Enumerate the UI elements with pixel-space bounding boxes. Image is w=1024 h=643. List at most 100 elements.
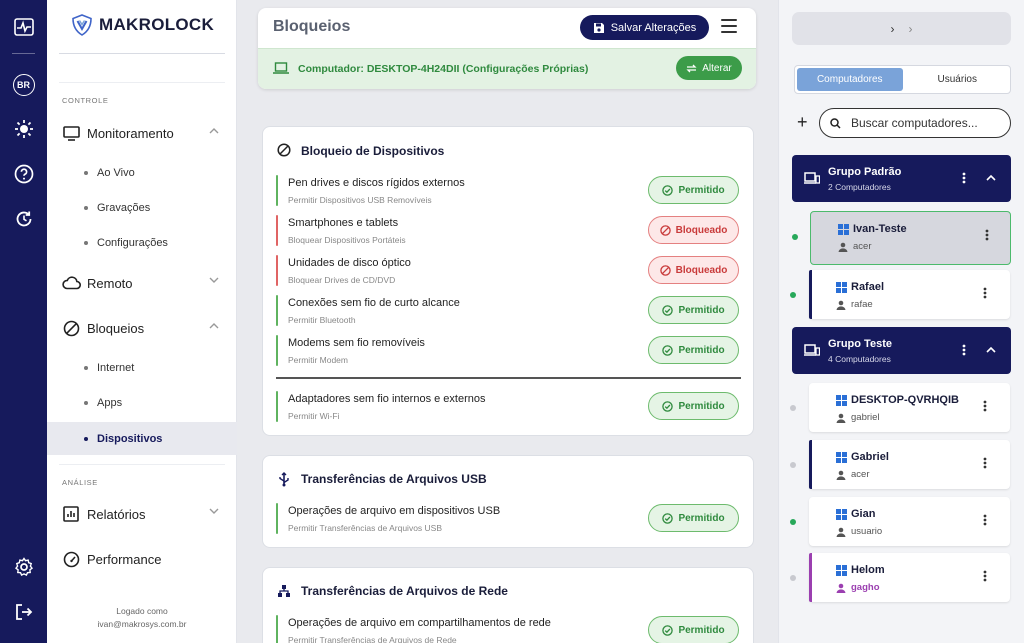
more-vertical-icon[interactable] <box>962 344 966 356</box>
settings-icon[interactable] <box>11 554 36 579</box>
bullet-icon <box>84 171 88 175</box>
logout-icon[interactable] <box>11 599 36 624</box>
nav-sub-configuracoes[interactable]: Configurações <box>47 228 237 258</box>
more-vertical-icon[interactable] <box>962 172 966 184</box>
tab-computadores[interactable]: Computadores <box>797 68 903 91</box>
header-card: Bloqueios Salvar Alterações Computador: … <box>258 8 756 89</box>
computer-item[interactable]: Ivan-Teste acer <box>792 211 1011 265</box>
computer-user: acer <box>853 241 872 252</box>
shield-logo-icon <box>72 14 92 36</box>
more-vertical-icon[interactable] <box>983 514 987 526</box>
group-count: 4 Computadores <box>828 354 891 364</box>
swap-icon <box>686 64 697 72</box>
rule-title: Unidades de disco óptico <box>288 257 411 269</box>
block-icon <box>277 143 291 157</box>
chevron-down-icon <box>209 508 219 514</box>
more-vertical-icon[interactable] <box>985 229 989 241</box>
nav-sub-dispositivos[interactable]: Dispositivos <box>47 422 237 455</box>
check-circle-icon <box>662 512 674 524</box>
more-vertical-icon[interactable] <box>983 457 987 469</box>
section-divider <box>59 82 225 83</box>
status-toggle[interactable]: Permitido <box>648 504 739 532</box>
status-toggle[interactable]: Permitido <box>648 616 739 643</box>
more-vertical-icon[interactable] <box>983 570 987 582</box>
computer-item[interactable]: Gabriel acer <box>790 440 1010 489</box>
nav-item-monitoramento[interactable]: Monitoramento <box>47 117 237 149</box>
computer-name: Gabriel <box>851 451 889 463</box>
group-header[interactable]: Grupo Padrão 2 Computadores <box>792 155 1011 202</box>
menu-icon[interactable] <box>721 19 737 33</box>
computer-name: Helom <box>851 564 885 576</box>
status-toggle[interactable]: Permitido <box>648 176 739 204</box>
nav-item-performance[interactable]: Performance <box>47 543 237 575</box>
save-button-label: Salvar Alterações <box>610 21 697 34</box>
nav-sub-label: Apps <box>97 397 123 409</box>
nav-sub-label: Gravações <box>97 202 151 214</box>
status-label: Permitido <box>678 512 725 524</box>
status-label: Permitido <box>678 344 725 356</box>
status-toggle[interactable]: Bloqueado <box>648 216 739 244</box>
nav-item-bloqueios[interactable]: Bloqueios <box>47 312 237 344</box>
nav-sub-apps[interactable]: Apps <box>47 388 237 418</box>
computer-item[interactable]: Rafael rafae <box>790 270 1010 319</box>
computer-item[interactable]: Helom gagho <box>790 553 1010 602</box>
group-name: Grupo Teste <box>828 338 892 350</box>
group-count: 2 Computadores <box>828 182 891 192</box>
status-bar <box>276 255 278 286</box>
more-vertical-icon[interactable] <box>983 400 987 412</box>
search-icon <box>830 117 841 129</box>
tab-usuarios[interactable]: Usuários <box>905 66 1011 93</box>
status-toggle[interactable]: Bloqueado <box>648 256 739 284</box>
computer-user: acer <box>851 469 870 480</box>
group-header[interactable]: Grupo Teste 4 Computadores <box>792 327 1011 374</box>
history-icon[interactable] <box>11 206 36 231</box>
card-title: Transferências de Arquivos USB <box>301 472 487 486</box>
nav-sub-ao-vivo[interactable]: Ao Vivo <box>47 158 237 188</box>
rule-subtitle: Permitir Bluetooth <box>288 315 356 325</box>
panel-navigation[interactable]: › › <box>792 12 1011 45</box>
alter-button[interactable]: Alterar <box>676 56 742 80</box>
computer-item[interactable]: Gian usuario <box>790 497 1010 546</box>
sun-icon[interactable] <box>11 116 36 141</box>
nav-item-label: Performance <box>87 551 162 567</box>
chevron-right-icon[interactable]: › <box>891 22 895 36</box>
windows-icon <box>836 282 847 293</box>
nav-item-relatorios[interactable]: Relatórios <box>47 498 237 530</box>
computer-item[interactable]: DESKTOP-QVRHQIB gabriel <box>790 383 1010 432</box>
user-icon <box>836 527 846 537</box>
rule-subtitle: Bloquear Dispositivos Portáteis <box>288 235 406 245</box>
status-dot <box>790 519 796 525</box>
chevron-up-icon[interactable] <box>986 346 996 353</box>
language-button[interactable]: BR <box>11 72 36 97</box>
gauge-icon <box>61 549 81 569</box>
nav-sub-internet[interactable]: Internet <box>47 353 237 383</box>
devices-icon <box>804 172 820 184</box>
group-name: Grupo Padrão <box>828 166 902 178</box>
plus-icon[interactable]: + <box>797 112 808 133</box>
chevron-right-icon[interactable]: › <box>909 22 913 36</box>
rule-title: Operações de arquivo em compartilhamento… <box>288 617 551 629</box>
status-toggle[interactable]: Permitido <box>648 392 739 420</box>
icon-rail: BR <box>0 0 47 643</box>
computer-name: Ivan-Teste <box>853 223 907 235</box>
card-title: Bloqueio de Dispositivos <box>301 144 445 158</box>
status-bar <box>276 391 278 422</box>
status-label: Permitido <box>678 184 725 196</box>
nav-sub-gravacoes[interactable]: Gravações <box>47 193 237 223</box>
user-icon <box>836 470 846 480</box>
laptop-icon <box>273 62 289 74</box>
save-button[interactable]: Salvar Alterações <box>580 15 709 40</box>
status-label: Bloqueado <box>675 224 728 236</box>
nav-sub-label: Internet <box>97 362 135 374</box>
chevron-up-icon[interactable] <box>986 174 996 181</box>
help-icon[interactable] <box>11 161 36 186</box>
activity-icon[interactable] <box>11 14 36 39</box>
status-toggle[interactable]: Permitido <box>648 296 739 324</box>
search-input[interactable]: Buscar computadores... <box>819 108 1011 138</box>
nav-item-remoto[interactable]: Remoto <box>47 267 237 299</box>
more-vertical-icon[interactable] <box>983 287 987 299</box>
status-dot <box>790 292 796 298</box>
search-placeholder: Buscar computadores... <box>851 116 978 130</box>
card-device-blocking: Bloqueio de Dispositivos Pen drives e di… <box>262 126 754 436</box>
status-toggle[interactable]: Permitido <box>648 336 739 364</box>
